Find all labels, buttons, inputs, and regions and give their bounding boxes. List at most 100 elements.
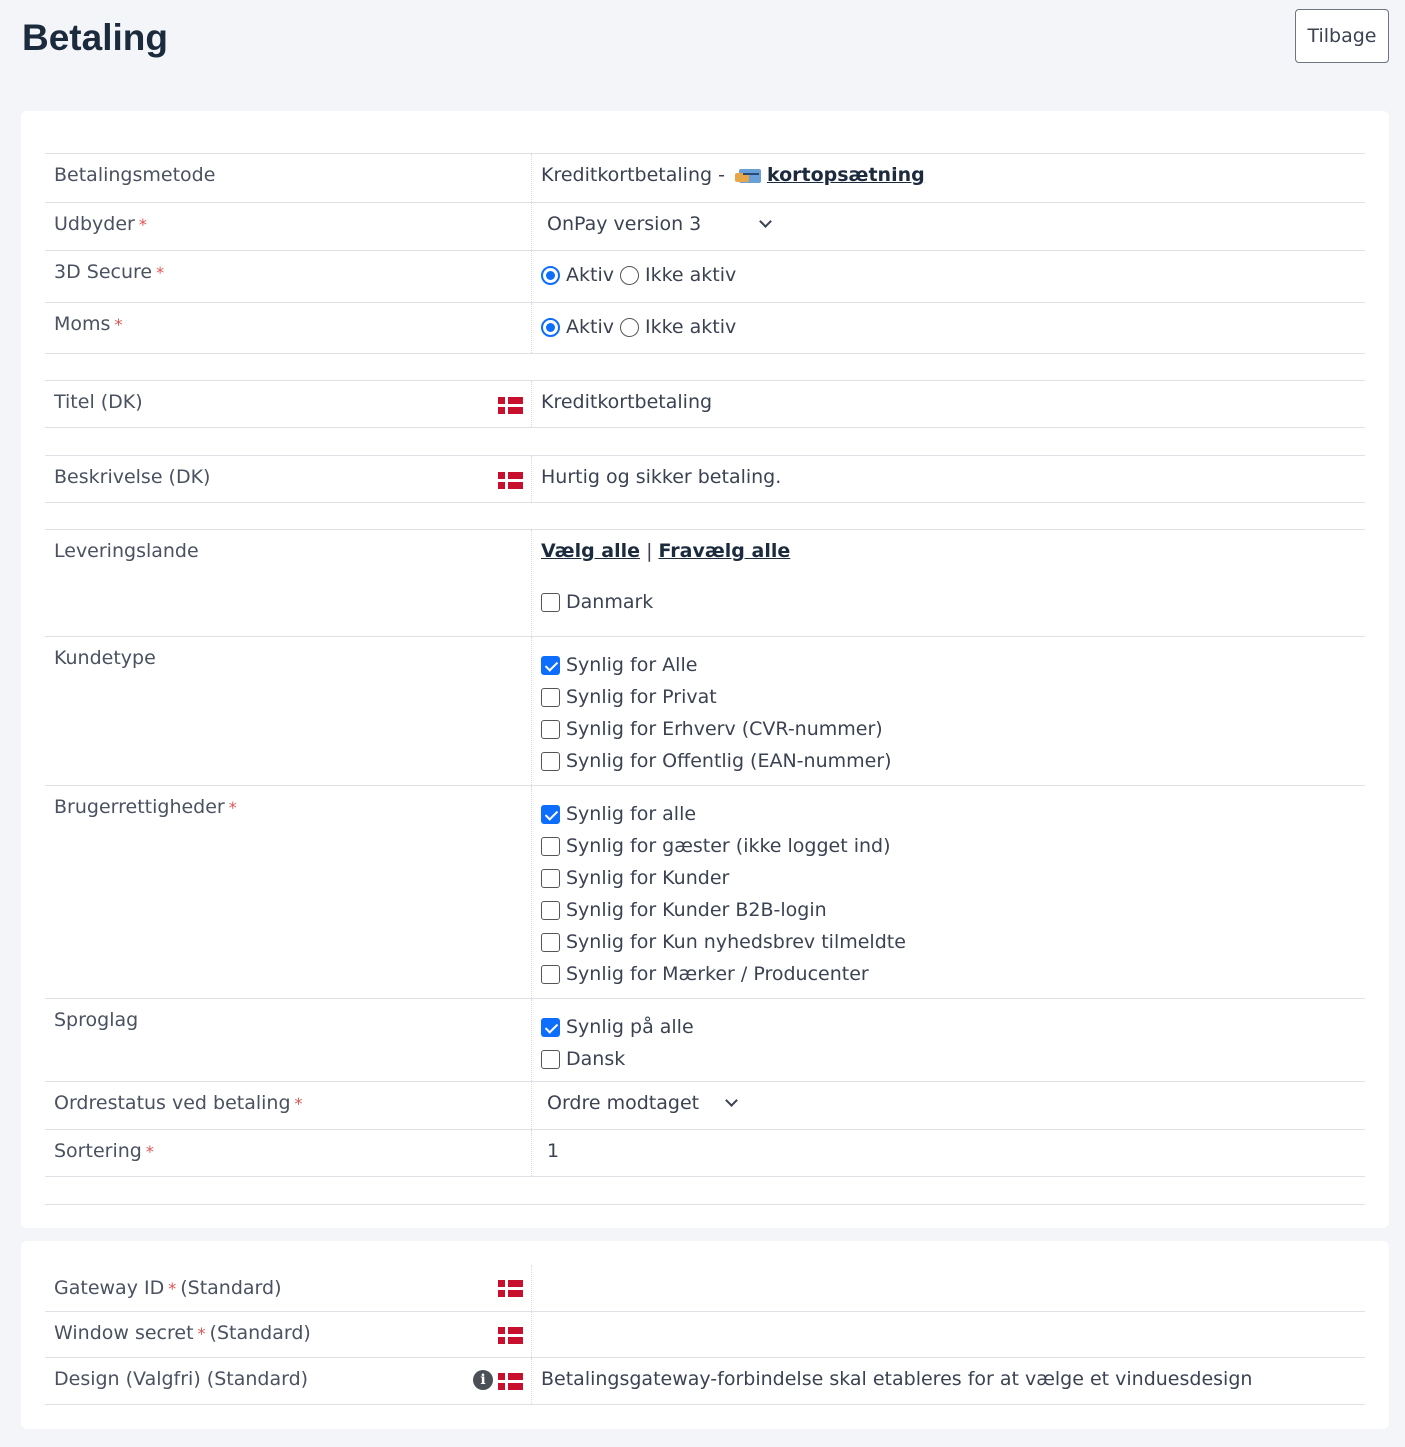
sorting-label: Sortering: [54, 1140, 142, 1162]
required-marker: *: [197, 1324, 206, 1343]
rights-b2b-label: Synlig for Kunder B2B-login: [566, 899, 827, 921]
rights-customers-checkbox[interactable]: [541, 868, 560, 888]
danish-flag-icon: [498, 1327, 523, 1344]
title-label: Titel (DK): [54, 391, 143, 413]
user-rights-label: Brugerrettigheder: [54, 796, 225, 818]
customer-business-checkbox[interactable]: [541, 719, 560, 739]
window-secret-label: Window secret: [54, 1322, 194, 1344]
vat-active-radio[interactable]: [541, 317, 560, 337]
gateway-id-input[interactable]: [541, 1265, 1365, 1311]
credit-card-icon: [734, 169, 761, 183]
description-value[interactable]: Hurtig og sikker betaling.: [541, 456, 1365, 502]
danish-flag-icon: [498, 472, 523, 489]
3d-secure-active-label: Aktiv: [566, 264, 614, 286]
title-row: Titel (DK) Kreditkortbetaling: [45, 380, 1365, 428]
country-denmark-checkbox[interactable]: [541, 592, 560, 612]
rights-guests-label: Synlig for gæster (ikke logget ind): [566, 835, 891, 857]
required-marker: *: [156, 263, 165, 282]
customer-all-checkbox[interactable]: [541, 655, 560, 675]
language-danish-checkbox[interactable]: [541, 1049, 560, 1069]
sorting-row: Sortering * 1: [45, 1129, 1365, 1177]
rights-brands-label: Synlig for Mærker / Producenter: [566, 963, 869, 985]
danish-flag-icon: [498, 397, 523, 414]
required-marker: *: [228, 798, 237, 817]
provider-select-value: OnPay version 3: [547, 213, 702, 235]
rights-newsletter-checkbox[interactable]: [541, 932, 560, 952]
chevron-down-icon: [759, 215, 773, 228]
payment-method-row: Betalingsmetode Kreditkortbetaling - kort…: [45, 153, 1365, 202]
language-all-label: Synlig på alle: [566, 1016, 694, 1038]
back-button[interactable]: Tilbage: [1295, 9, 1389, 63]
payment-method-label: Betalingsmetode: [45, 154, 532, 202]
3d-secure-label: 3D Secure: [54, 261, 153, 283]
customer-type-row: Kundetype Synlig for Alle Synlig for Pri…: [45, 636, 1365, 785]
delivery-countries-row: Leveringslande Vælg alle | Fravælg alle …: [45, 529, 1365, 636]
vat-row: Moms * Aktiv Ikke aktiv: [45, 302, 1365, 354]
window-secret-row: Window secret * (Standard): [45, 1312, 1365, 1358]
provider-row: Udbyder * OnPay version 3: [45, 202, 1365, 250]
order-status-select-value: Ordre modtaget: [547, 1092, 700, 1114]
customer-public-label: Synlig for Offentlig (EAN-nummer): [566, 750, 892, 772]
rights-newsletter-label: Synlig for Kun nyhedsbrev tilmeldte: [566, 931, 906, 953]
customer-all-label: Synlig for Alle: [566, 654, 698, 676]
gateway-id-row: Gateway ID * (Standard): [45, 1265, 1365, 1312]
rights-all-label: Synlig for alle: [566, 803, 697, 825]
description-row: Beskrivelse (DK) Hurtig og sikker betali…: [45, 455, 1365, 503]
chevron-down-icon: [725, 1094, 738, 1107]
required-marker: *: [294, 1094, 303, 1113]
divider: [45, 1204, 1365, 1205]
design-value: Betalingsgateway-forbindelse skal etable…: [541, 1368, 1253, 1390]
vat-inactive-radio[interactable]: [619, 317, 639, 337]
card-setup-link[interactable]: kortopsætning: [767, 164, 925, 186]
3d-secure-active-radio[interactable]: [541, 265, 560, 285]
page-title: Betaling: [22, 17, 168, 58]
customer-public-checkbox[interactable]: [541, 751, 560, 771]
required-marker: *: [138, 215, 147, 234]
window-secret-input[interactable]: [541, 1312, 1365, 1357]
delivery-countries-label: Leveringslande: [45, 530, 532, 636]
deselect-all-link[interactable]: Fravælg alle: [659, 540, 791, 562]
payment-settings-card: Betalingsmetode Kreditkortbetaling - kort…: [21, 111, 1389, 1228]
order-status-select[interactable]: Ordre modtaget: [547, 1092, 738, 1114]
design-label: Design (Valgfri) (Standard): [54, 1368, 309, 1390]
window-secret-suffix: (Standard): [209, 1322, 311, 1344]
info-icon[interactable]: i: [473, 1370, 493, 1390]
provider-select[interactable]: OnPay version 3: [547, 213, 773, 235]
customer-private-label: Synlig for Privat: [566, 686, 717, 708]
required-marker: *: [114, 315, 123, 334]
languages-row: Sproglag Synlig på alle Dansk: [45, 998, 1365, 1081]
vat-label: Moms: [54, 313, 111, 335]
gateway-id-label: Gateway ID: [54, 1277, 165, 1299]
language-all-checkbox[interactable]: [541, 1017, 560, 1037]
rights-b2b-checkbox[interactable]: [541, 900, 560, 920]
rights-guests-checkbox[interactable]: [541, 836, 560, 856]
vat-active-label: Aktiv: [566, 316, 614, 338]
user-rights-row: Brugerrettigheder * Synlig for alle Synli…: [45, 785, 1365, 998]
design-row: Design (Valgfri) (Standard) i Betalingsga…: [45, 1358, 1365, 1405]
select-all-link[interactable]: Vælg alle: [541, 540, 640, 562]
customer-business-label: Synlig for Erhverv (CVR-nummer): [566, 718, 883, 740]
sorting-value[interactable]: 1: [541, 1130, 1365, 1176]
customer-private-checkbox[interactable]: [541, 687, 560, 707]
3d-secure-inactive-radio[interactable]: [619, 265, 639, 285]
order-status-label: Ordrestatus ved betaling: [54, 1092, 291, 1114]
3d-secure-row: 3D Secure * Aktiv Ikke aktiv: [45, 250, 1365, 302]
provider-label: Udbyder: [54, 213, 135, 235]
rights-all-checkbox[interactable]: [541, 804, 560, 824]
language-danish-label: Dansk: [566, 1048, 626, 1070]
order-status-row: Ordrestatus ved betaling * Ordre modtaget: [45, 1081, 1365, 1129]
vat-inactive-label: Ikke aktiv: [644, 316, 737, 338]
rights-brands-checkbox[interactable]: [541, 964, 560, 984]
title-value[interactable]: Kreditkortbetaling: [541, 381, 1365, 427]
payment-method-value: Kreditkortbetaling -: [541, 164, 725, 186]
required-marker: *: [168, 1279, 177, 1298]
rights-customers-label: Synlig for Kunder: [566, 867, 730, 889]
languages-label: Sproglag: [45, 999, 532, 1081]
description-label: Beskrivelse (DK): [54, 466, 211, 488]
gateway-id-suffix: (Standard): [180, 1277, 282, 1299]
country-denmark-label: Danmark: [566, 591, 654, 613]
required-marker: *: [145, 1142, 154, 1161]
gateway-settings-card: Gateway ID * (Standard) Window secret * (Sta…: [21, 1241, 1389, 1429]
danish-flag-icon: [498, 1373, 523, 1390]
customer-type-label: Kundetype: [45, 637, 532, 785]
